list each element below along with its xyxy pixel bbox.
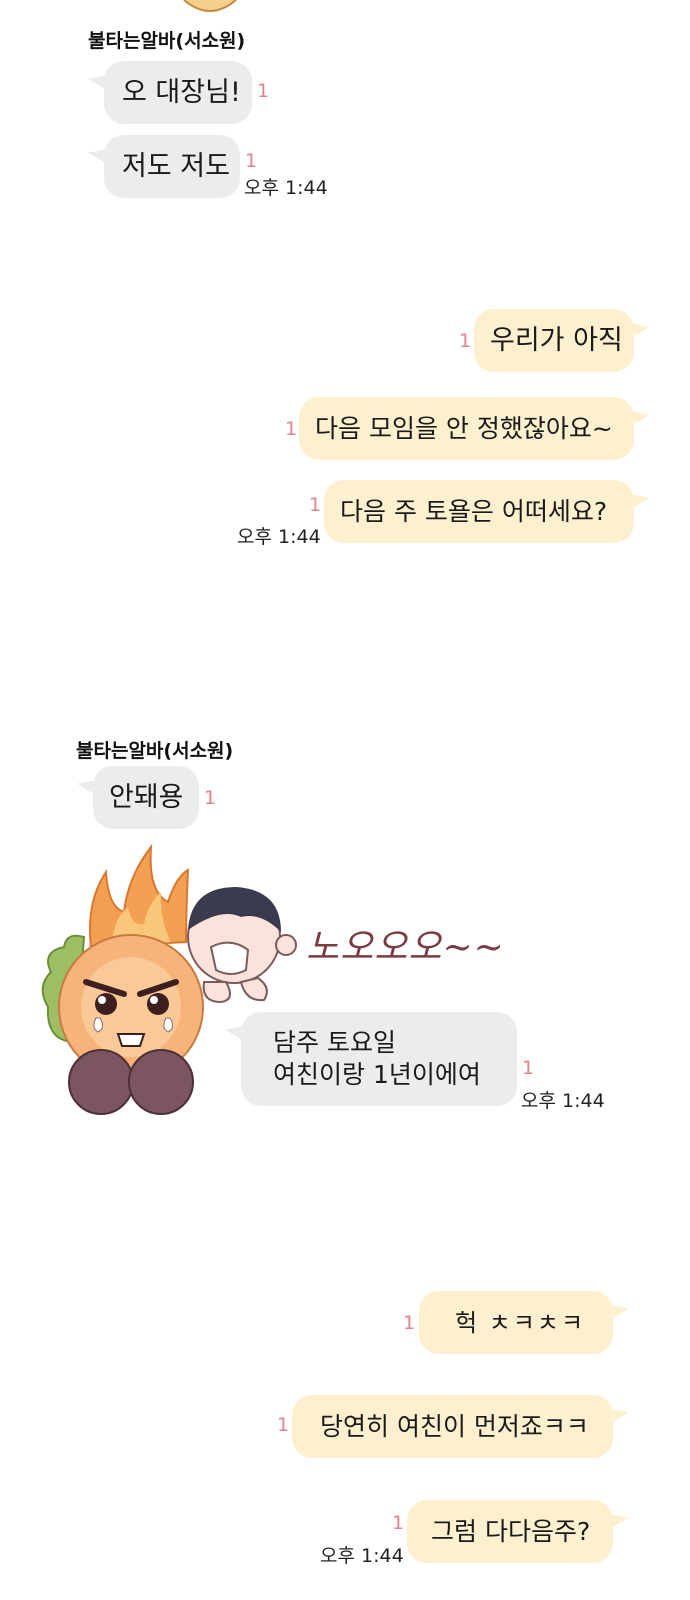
message-text: 헉 ㅊㅋㅊㅋ — [455, 1308, 586, 1337]
outgoing-message-bubble[interactable]: 우리가 아직 — [474, 309, 634, 372]
message-text: 안돼용 — [109, 781, 184, 813]
unread-count: 1 — [277, 1414, 290, 1436]
message-text: 저도 저도 — [122, 150, 230, 182]
unread-count: 1 — [403, 1312, 416, 1334]
incoming-message-bubble[interactable]: 저도 저도 — [104, 135, 240, 198]
unread-count: 1 — [522, 1057, 535, 1079]
message-line: 여친이랑 1년이에여 — [273, 1060, 481, 1089]
unread-count: 1 — [392, 1512, 405, 1534]
message-text: 오 대장님! — [122, 76, 241, 108]
sticker-caption: 노오오오~~ — [306, 927, 505, 968]
sender-name: 불타는알바(서소원) — [88, 30, 246, 52]
message-timestamp: 오후 1:44 — [237, 526, 321, 548]
incoming-message-bubble[interactable]: 담주 토요일 여친이랑 1년이에여 — [241, 1012, 517, 1106]
message-timestamp: 오후 1:44 — [244, 177, 328, 199]
unread-count: 1 — [257, 80, 270, 102]
incoming-message-bubble[interactable]: 안돼용 — [93, 766, 199, 829]
sender-name: 불타는알바(서소원) — [76, 740, 234, 762]
unread-count: 1 — [285, 418, 298, 440]
message-line: 담주 토요일 — [273, 1027, 396, 1057]
unread-count: 1 — [204, 787, 217, 809]
unread-count: 1 — [459, 330, 472, 352]
message-text: 다음 주 토욜은 어떠세요? — [340, 496, 608, 526]
message-timestamp: 오후 1:44 — [320, 1545, 404, 1567]
message-text: 그럼 다다음주? — [431, 1516, 591, 1546]
outgoing-message-bubble[interactable]: 다음 주 토욜은 어떠세요? — [324, 480, 634, 543]
outgoing-message-bubble[interactable]: 다음 모임을 안 정했잖아요~ — [299, 397, 634, 460]
unread-count: 1 — [245, 150, 258, 172]
partial-sticker-icon — [183, 0, 237, 12]
message-text: 다음 모임을 안 정했잖아요~ — [315, 413, 613, 443]
message-text: 당연히 여친이 먼저죠ㅋㅋ — [320, 1411, 589, 1441]
message-text: 우리가 아직 — [490, 324, 623, 356]
unread-count: 1 — [309, 494, 322, 516]
outgoing-message-bubble[interactable]: 헉 ㅊㅋㅊㅋ — [419, 1291, 613, 1354]
outgoing-message-bubble[interactable]: 그럼 다다음주? — [407, 1500, 613, 1563]
incoming-message-bubble[interactable]: 오 대장님! — [104, 61, 252, 124]
message-timestamp: 오후 1:44 — [521, 1090, 605, 1112]
outgoing-message-bubble[interactable]: 당연히 여친이 먼저죠ㅋㅋ — [292, 1395, 613, 1458]
